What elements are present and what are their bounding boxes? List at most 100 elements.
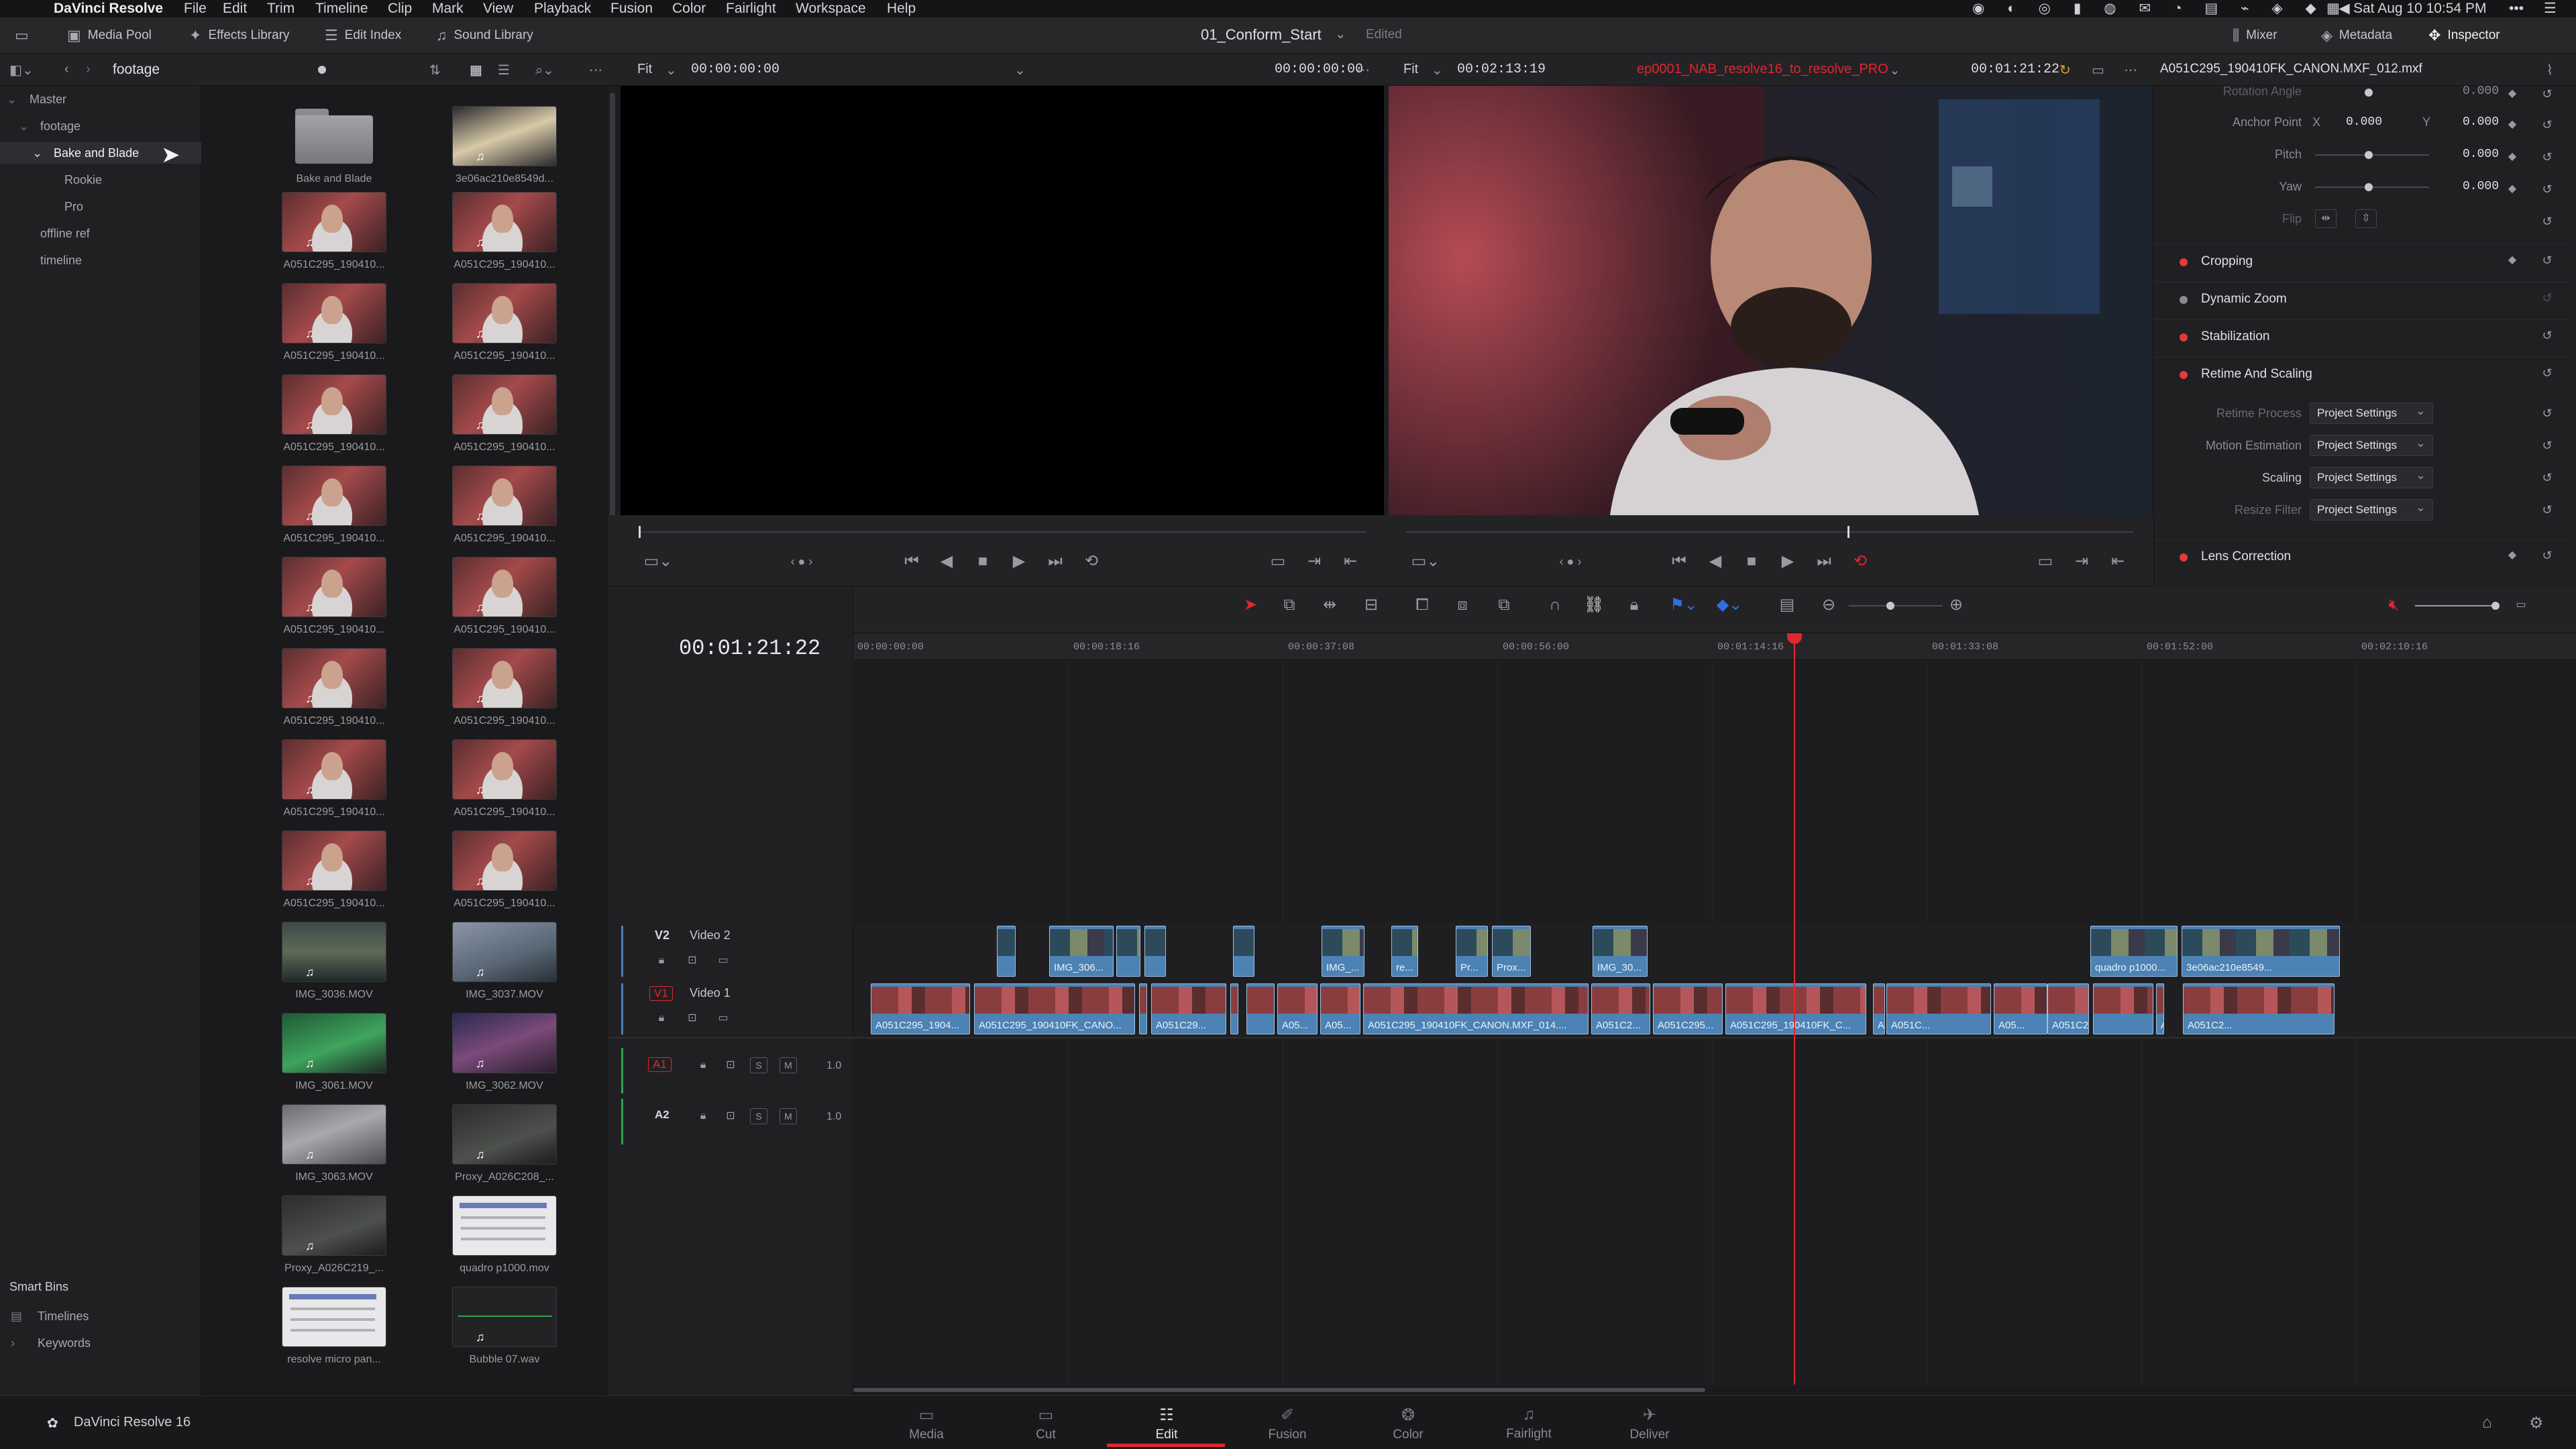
source-viewer[interactable] [621, 86, 1384, 515]
menu-fusion[interactable]: Fusion [610, 0, 653, 17]
v2-track-tag[interactable]: V2 [655, 928, 669, 943]
dynamic-zoom-enabled-dot[interactable] [2180, 296, 2188, 304]
match-frame-icon[interactable]: ▭ [1268, 551, 1288, 572]
media-pool-clip[interactable]: ♫ Bubble 07.wav [433, 1287, 568, 1381]
v2-timeline-clip[interactable]: IMG_30... [1593, 926, 1648, 977]
tl-mark-out-icon[interactable]: ⇤ [2108, 551, 2128, 572]
timeline-viewer-layout-icon[interactable]: ▭⌄ [1409, 551, 1442, 572]
v1-timeline-clip[interactable]: A051C29... [1151, 983, 1226, 1034]
jog-control-icon[interactable]: ‹ ● › [778, 551, 825, 572]
page-fusion[interactable]: ✐ Fusion [1230, 1405, 1344, 1442]
replace-clip-icon[interactable]: ⧉ [1491, 594, 1517, 616]
mute-button[interactable]: M [780, 1057, 797, 1073]
chevron-down-icon[interactable]: ⌄ [32, 146, 42, 160]
v1-timeline-clip[interactable]: A05... [1320, 983, 1360, 1034]
v1-timeline-clip[interactable]: A051C295_190410FK_CA... [2156, 983, 2164, 1034]
reset-icon[interactable]: ↺ [2539, 547, 2555, 564]
media-pool-clip[interactable]: ♫ A051C295_190410... [433, 830, 568, 924]
media-pool-clip[interactable]: ♫ A051C295_190410... [263, 557, 397, 651]
v1-timeline-clip[interactable]: A05... [1277, 983, 1318, 1034]
v1-timeline-clip[interactable]: A051C2... [2047, 983, 2089, 1034]
reset-icon[interactable]: ↺ [2539, 470, 2555, 486]
menu-help[interactable]: Help [887, 0, 916, 17]
media-pool-clip[interactable]: ♫ A051C295_190410... [263, 648, 397, 742]
page-cut[interactable]: ▭ Cut [989, 1405, 1103, 1442]
menu-playback[interactable]: Playback [534, 0, 591, 17]
v2-timeline-clip[interactable] [997, 926, 1016, 977]
panel-toggle-icon[interactable]: ◧⌄ [9, 62, 34, 78]
reset-icon[interactable]: ↺ [2539, 405, 2555, 421]
media-pool-clip[interactable]: Bake and Blade [263, 106, 397, 200]
bin-footage[interactable]: footage [40, 119, 80, 133]
trim-tool-icon[interactable]: ⧉ [1279, 594, 1300, 616]
dim-icon[interactable]: ▭ [2509, 594, 2533, 616]
control-center-icon[interactable]: ▦ [2326, 0, 2340, 17]
flip-horizontal-icon[interactable]: ⇹ [2315, 209, 2337, 228]
tl-stop-icon[interactable]: ■ [1741, 551, 1762, 572]
status-icons[interactable]: ◉ ◐ ◎ ▮ ◍ ✉ ◔ ▤ ⌁ ◈ ◆ ◀ [1972, 0, 2359, 17]
menu-trim[interactable]: Trim [267, 0, 294, 17]
tl-loop-icon[interactable]: ⟲ [1850, 551, 1870, 572]
v2-timeline-clip[interactable]: quadro p1000... [2090, 926, 2178, 977]
timeline-ruler[interactable]: 00:00:00:00 00:00:18:16 00:00:37:08 00:0… [853, 633, 2576, 660]
mute-speaker-icon[interactable]: 🔇︎ [2383, 594, 2404, 616]
mixer-button[interactable]: ⫼ Mixer [2233, 25, 2277, 46]
effects-library-button[interactable]: ✦ Effects Library [189, 25, 290, 46]
scaling-dropdown[interactable]: Project Settings [2310, 467, 2433, 488]
tl-step-back-icon[interactable]: ◀ [1705, 551, 1725, 572]
reset-icon[interactable]: ↺ [2539, 290, 2555, 306]
chevron-down-icon[interactable]: ⌄ [1889, 62, 1900, 78]
v1-timeline-clip[interactable]: A051C295_190410FK_CANO... [974, 983, 1135, 1034]
v2-timeline-clip[interactable]: IMG_306... [1049, 926, 1114, 977]
media-pool-clip[interactable]: ♫ IMG_3062.MOV [433, 1013, 568, 1107]
retime-process-dropdown[interactable]: Project Settings [2310, 402, 2433, 424]
v2-timeline-clip[interactable]: Pr... [1456, 926, 1488, 977]
v1-timeline-clip[interactable] [1139, 983, 1147, 1034]
menu-fairlight[interactable]: Fairlight [726, 0, 776, 17]
viewer-layout-icon[interactable]: ▭⌄ [641, 551, 675, 572]
timeline-jog-control-icon[interactable]: ‹ ● › [1547, 551, 1594, 572]
tl-go-to-start-icon[interactable]: ⏮ [1669, 551, 1689, 572]
lock-icon[interactable]: 🔒︎ [653, 1010, 669, 1026]
reset-icon[interactable]: ↺ [2539, 117, 2555, 133]
timeline-options-icon[interactable]: ⋯ [2124, 62, 2137, 78]
v2-timeline-clip[interactable] [1233, 926, 1254, 977]
chevron-down-icon[interactable]: ⌄ [1014, 62, 1026, 78]
v2-timeline-clip[interactable]: re... [1391, 926, 1418, 977]
loop-icon[interactable]: ⟲ [1081, 551, 1102, 572]
keyframe-icon[interactable]: ◆ [2506, 549, 2519, 562]
media-pool-clip[interactable]: ♫ A051C295_190410... [263, 283, 397, 377]
zoom-in-icon[interactable]: ⊕ [1945, 594, 1967, 616]
dynamic-zoom-section[interactable]: Dynamic Zoom [2154, 282, 2570, 317]
marker-icon[interactable]: ◆⌄ [1715, 594, 1744, 616]
media-pool-clip[interactable]: ♫ 3e06ac210e8549d... [433, 106, 568, 200]
forward-icon[interactable]: › [86, 62, 91, 77]
auto-select-icon[interactable]: ⊡ [684, 953, 700, 969]
go-to-end-icon[interactable]: ⏭ [1045, 551, 1065, 572]
timeline-viewer[interactable] [1389, 86, 2152, 515]
rotation-angle-value[interactable]: 0.000 [2463, 85, 2499, 98]
tl-play-icon[interactable]: ▶ [1778, 551, 1798, 572]
v1-timeline-clip[interactable] [1246, 983, 1275, 1034]
app-menu[interactable]: DaVinci Resolve [54, 0, 163, 17]
v1-timeline-clip[interactable]: A051C... [1886, 983, 1991, 1034]
timeline-zoom-fit[interactable]: Fit [1403, 62, 1418, 77]
menu-edit[interactable]: Edit [223, 0, 247, 17]
timeline-timecode-display[interactable]: 00:01:21:22 [679, 636, 820, 661]
flag-icon[interactable]: ⚑⌄ [1669, 594, 1699, 616]
media-pool-clip[interactable]: ♫ A051C295_190410... [263, 830, 397, 924]
v1-track-name[interactable]: Video 1 [690, 986, 731, 1000]
bin-pro[interactable]: Pro [64, 200, 83, 214]
anchor-y-value[interactable]: 0.000 [2463, 115, 2499, 129]
reset-icon[interactable]: ↺ [2539, 327, 2555, 343]
search-icon[interactable]: ⌕⌄ [535, 62, 554, 78]
blade-tool-icon[interactable]: ⊟ [1360, 594, 1382, 616]
position-lock-icon[interactable]: 🔒︎ [1623, 594, 1645, 616]
track-enable-icon[interactable]: ▭ [715, 1010, 731, 1026]
cropping-enabled-dot[interactable] [2180, 258, 2188, 266]
insert-clip-icon[interactable]: ⧠ [1411, 594, 1433, 616]
chevron-down-icon[interactable]: ⌄ [665, 62, 677, 78]
timeline-timecode[interactable]: 00:01:21:22 [1971, 62, 2059, 77]
sync-icon[interactable]: ↻ [2059, 62, 2071, 78]
track-enable-icon[interactable]: ▭ [715, 953, 731, 969]
